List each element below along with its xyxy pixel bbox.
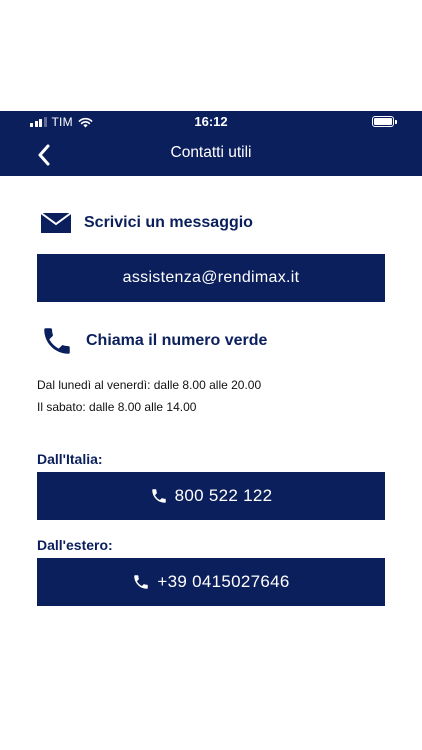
app-header: TIM 16:12 Contatti utili <box>0 111 422 176</box>
opening-hours: Dal lunedì al venerdì: dalle 8.00 alle 2… <box>37 374 261 418</box>
email-address: assistenza@rendimax.it <box>122 269 300 286</box>
phone-section-header: Chiama il numero verde <box>40 324 267 358</box>
hours-saturday: Il sabato: dalle 8.00 alle 14.00 <box>37 400 197 414</box>
call-italy-button[interactable]: 800 522 122 <box>37 472 385 520</box>
phone-section-title: Chiama il numero verde <box>86 332 268 349</box>
email-section-title: Scrivici un messaggio <box>84 214 253 231</box>
envelope-icon <box>40 212 72 233</box>
italy-label: Dall'Italia: <box>37 451 103 467</box>
abroad-phone-number: +39 0415027646 <box>157 572 290 591</box>
phone-icon <box>44 328 70 354</box>
hours-weekdays: Dal lunedì al venerdì: dalle 8.00 alle 2… <box>37 378 262 392</box>
call-abroad-button[interactable]: +39 0415027646 <box>37 558 385 606</box>
phone-icon <box>151 489 166 503</box>
abroad-label: Dall'estero: <box>37 537 113 553</box>
phone-icon <box>134 575 149 589</box>
email-button[interactable]: assistenza@rendimax.it <box>37 254 385 302</box>
battery-icon <box>372 116 397 127</box>
email-section-header: Scrivici un messaggio <box>40 212 253 234</box>
page-title: Contatti utili <box>170 144 252 161</box>
status-bar: TIM 16:12 <box>0 111 422 133</box>
italy-phone-number: 800 522 122 <box>174 486 273 505</box>
top-blank-area <box>0 0 422 111</box>
status-time: 16:12 <box>194 114 228 129</box>
nav-bar: Contatti utili <box>0 133 422 176</box>
